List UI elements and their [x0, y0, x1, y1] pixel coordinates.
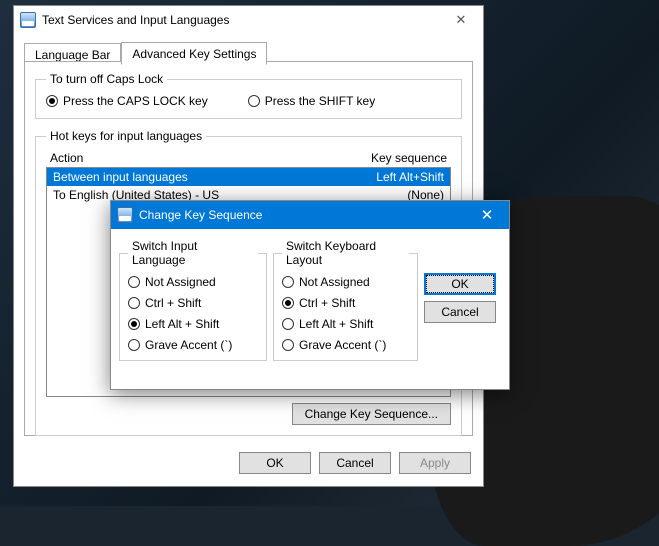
radio-left-alt-shift[interactable]: Left Alt + Shift — [128, 317, 258, 331]
keyboard-icon — [20, 12, 36, 28]
hotkey-key: Left Alt+Shift — [334, 170, 444, 184]
radio-icon — [248, 95, 260, 107]
group-legend: Switch Keyboard Layout — [282, 239, 409, 267]
radio-press-caps-lock[interactable]: Press the CAPS LOCK key — [46, 94, 208, 108]
hotkey-list-header: Action Key sequence — [46, 149, 451, 167]
radio-icon — [282, 276, 294, 288]
change-key-sequence-button[interactable]: Change Key Sequence... — [292, 403, 451, 425]
group-legend: Switch Input Language — [128, 239, 258, 267]
change-key-sequence-dialog: Change Key Sequence ✕ Switch Input Langu… — [110, 200, 510, 390]
switch-input-language-group: Switch Input Language Not Assigned Ctrl … — [119, 239, 267, 361]
radio-label: Left Alt + Shift — [145, 317, 219, 331]
radio-grave-accent[interactable]: Grave Accent (`) — [282, 338, 409, 352]
radio-not-assigned[interactable]: Not Assigned — [282, 275, 409, 289]
radio-not-assigned[interactable]: Not Assigned — [128, 275, 258, 289]
radio-icon — [282, 297, 294, 309]
radio-label: Press the CAPS LOCK key — [63, 94, 208, 108]
radio-icon — [128, 297, 140, 309]
switch-keyboard-layout-group: Switch Keyboard Layout Not Assigned Ctrl… — [273, 239, 418, 361]
radio-ctrl-shift[interactable]: Ctrl + Shift — [128, 296, 258, 310]
radio-label: Ctrl + Shift — [299, 296, 355, 310]
radio-icon — [128, 339, 140, 351]
radio-icon — [282, 339, 294, 351]
radio-icon — [128, 276, 140, 288]
header-key-sequence: Key sequence — [337, 151, 447, 165]
radio-icon — [128, 318, 140, 330]
radio-label: Ctrl + Shift — [145, 296, 201, 310]
hotkeys-legend: Hot keys for input languages — [46, 129, 206, 143]
radio-icon — [46, 95, 58, 107]
radio-ctrl-shift[interactable]: Ctrl + Shift — [282, 296, 409, 310]
cancel-button[interactable]: Cancel — [319, 452, 391, 474]
hotkey-action: Between input languages — [53, 170, 334, 184]
radio-label: Left Alt + Shift — [299, 317, 373, 331]
close-icon[interactable]: ✕ — [471, 205, 503, 225]
radio-label: Grave Accent (`) — [145, 338, 232, 352]
titlebar[interactable]: Text Services and Input Languages ✕ — [14, 6, 483, 34]
radio-grave-accent[interactable]: Grave Accent (`) — [128, 338, 258, 352]
radio-label: Not Assigned — [299, 275, 370, 289]
dialog-title: Change Key Sequence — [139, 208, 471, 222]
modal-button-column: OK Cancel — [424, 273, 496, 323]
list-item[interactable]: Between input languages Left Alt+Shift — [47, 168, 450, 186]
header-action: Action — [50, 151, 337, 165]
caps-lock-legend: To turn off Caps Lock — [46, 72, 167, 86]
radio-label: Press the SHIFT key — [265, 94, 375, 108]
ok-button[interactable]: OK — [424, 273, 496, 295]
keyboard-icon — [117, 207, 133, 223]
radio-press-shift[interactable]: Press the SHIFT key — [248, 94, 375, 108]
caps-lock-group: To turn off Caps Lock Press the CAPS LOC… — [35, 72, 462, 119]
close-icon[interactable]: ✕ — [445, 10, 477, 30]
tab-advanced-key-settings[interactable]: Advanced Key Settings — [121, 42, 267, 65]
radio-label: Grave Accent (`) — [299, 338, 386, 352]
window-title: Text Services and Input Languages — [42, 13, 445, 27]
apply-button: Apply — [399, 452, 471, 474]
radio-icon — [282, 318, 294, 330]
dialog-button-row: OK Cancel Apply — [239, 452, 471, 474]
ok-button[interactable]: OK — [239, 452, 311, 474]
radio-left-alt-shift[interactable]: Left Alt + Shift — [282, 317, 409, 331]
titlebar[interactable]: Change Key Sequence ✕ — [111, 201, 509, 229]
cancel-button[interactable]: Cancel — [424, 301, 496, 323]
radio-label: Not Assigned — [145, 275, 216, 289]
